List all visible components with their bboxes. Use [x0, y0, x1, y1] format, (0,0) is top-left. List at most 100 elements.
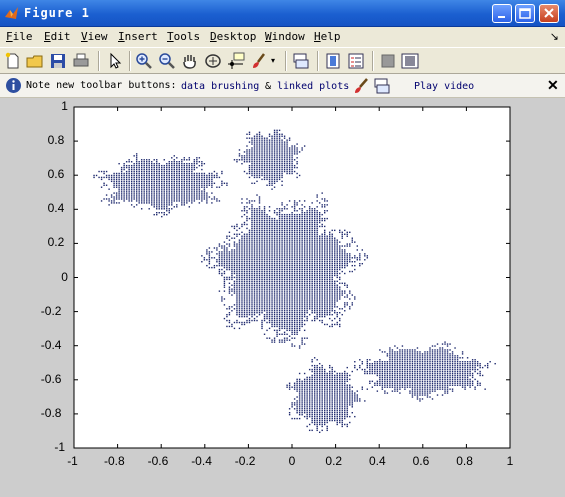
scatter-point [303, 245, 306, 247]
scatter-point [406, 386, 409, 388]
scatter-point [146, 200, 148, 202]
scatter-point [251, 290, 253, 292]
scatter-point [243, 286, 246, 288]
scatter-point [311, 290, 313, 292]
scatter-point [341, 259, 343, 261]
scatter-point [313, 386, 316, 388]
scatter-point [268, 151, 271, 153]
scatter-point [341, 294, 343, 296]
scatter-point [268, 221, 271, 224]
scatter-point [379, 374, 381, 377]
scatter-point [201, 196, 203, 198]
scatter-point [241, 304, 243, 306]
scatter-point [208, 184, 211, 186]
scatter-point [286, 255, 288, 257]
scatter-point [120, 180, 123, 183]
scatter-point [316, 374, 318, 377]
scatter-point [336, 388, 338, 390]
scatter-point [306, 262, 308, 265]
scatter-point [256, 268, 258, 271]
scatter-point [298, 410, 301, 412]
scatter-point [344, 404, 346, 406]
scatter-point [103, 184, 105, 186]
scatter-point [344, 402, 346, 404]
scatter-point [354, 268, 356, 271]
scatter-point [386, 374, 389, 377]
scatter-point [258, 176, 261, 179]
scatter-point [228, 306, 231, 308]
scatter-point [318, 225, 321, 228]
scatter-point [346, 235, 348, 237]
scatter-point [313, 231, 316, 234]
scatter-point [256, 280, 258, 283]
scatter-point [256, 255, 258, 257]
scatter-point [173, 180, 175, 183]
scatter-point [291, 257, 293, 259]
scatter-point [223, 298, 226, 300]
scatter-point [278, 219, 281, 222]
scatter-point [336, 288, 338, 290]
scatter-point [183, 200, 186, 202]
scatter-point [336, 280, 338, 283]
scatter-point [346, 415, 348, 418]
scatter-point [261, 282, 263, 284]
scatter-point [301, 398, 303, 400]
scatter-point [183, 180, 186, 183]
scatter-point [248, 164, 251, 167]
scatter-point [301, 149, 303, 151]
scatter-point [273, 341, 276, 343]
scatter-point [334, 392, 336, 394]
scatter-point [263, 241, 266, 243]
scatter-point [394, 374, 396, 377]
scatter-point [236, 280, 238, 283]
scatter-point [236, 282, 238, 284]
scatter-point [381, 372, 384, 375]
scatter-point [241, 296, 243, 298]
scatter-point [336, 380, 338, 383]
scatter-point [404, 361, 406, 363]
scatter-point [291, 278, 293, 281]
scatter-point [268, 300, 271, 302]
scatter-point [246, 259, 248, 261]
scatter-point [291, 315, 293, 318]
scatter-point [138, 198, 140, 200]
scatter-point [311, 370, 313, 373]
scatter-point [213, 174, 216, 177]
scatter-point [228, 239, 231, 241]
scatter-point [301, 259, 303, 261]
scatter-point [321, 300, 323, 302]
scatter-point [301, 266, 303, 269]
scatter-point [281, 170, 283, 173]
scatter-point [176, 180, 178, 183]
scatter-point [336, 372, 338, 375]
scatter-point [293, 245, 296, 247]
scatter-point [288, 276, 291, 279]
scatter-point [341, 262, 343, 265]
scatter-point [306, 227, 308, 230]
scatter-point [163, 213, 165, 216]
scatter-point [198, 188, 201, 190]
scatter-point [263, 168, 266, 171]
scatter-point [246, 212, 248, 214]
scatter-point [251, 161, 253, 163]
scatter-point [151, 202, 153, 204]
scatter-point [321, 249, 323, 251]
scatter-point [278, 266, 281, 269]
scatter-point [256, 298, 258, 300]
scatter-point [130, 172, 133, 175]
scatter-point [293, 219, 296, 222]
scatter-point [283, 245, 286, 247]
scatter-points [93, 129, 496, 434]
scatter-point [273, 266, 276, 269]
scatter-point [273, 321, 276, 324]
scatter-point [286, 319, 288, 322]
scatter-point [156, 196, 158, 198]
scatter-point [286, 317, 288, 320]
scatter-point [326, 210, 328, 212]
scatter-point [399, 376, 401, 379]
scatter-point [148, 188, 150, 190]
scatter-point [238, 308, 241, 310]
scatter-point [125, 172, 128, 175]
scatter-point [329, 241, 331, 243]
scatter-point [166, 170, 168, 173]
